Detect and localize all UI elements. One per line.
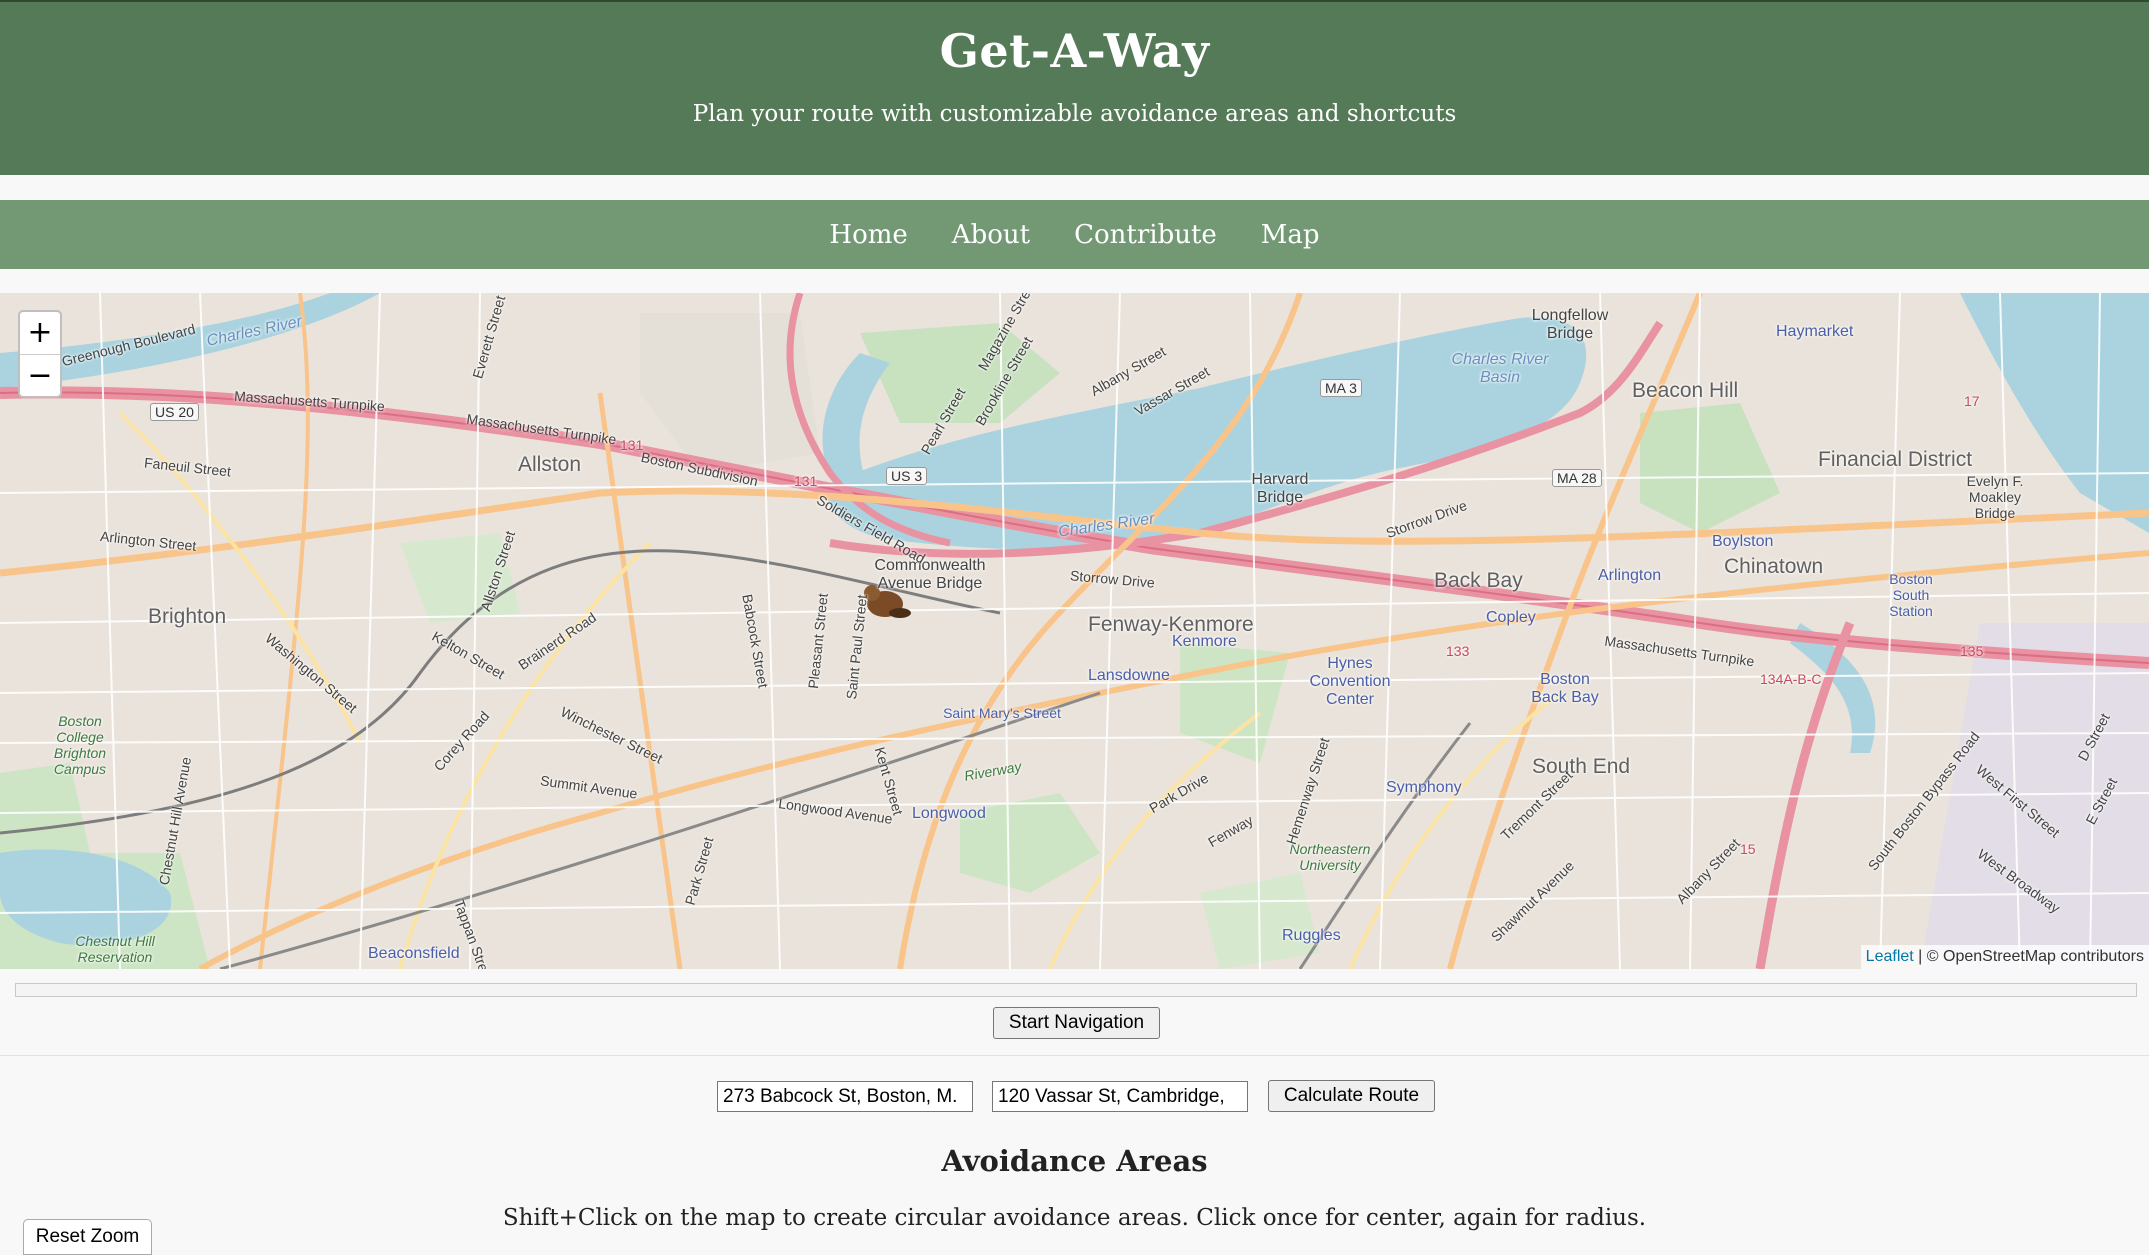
map-label-back-bay: Back Bay xyxy=(1434,569,1523,592)
nav-map[interactable]: Map xyxy=(1261,220,1320,250)
map-label-hynes: Hynes Convention Center xyxy=(1309,655,1391,708)
exit-133: 133 xyxy=(1446,643,1470,659)
map-label-kenmore: Kenmore xyxy=(1172,633,1237,650)
exit-15: 15 xyxy=(1740,841,1756,857)
map-label-boylston: Boylston xyxy=(1712,533,1774,550)
map-label-haymarket: Haymarket xyxy=(1776,323,1854,340)
avoidance-areas-description: Shift+Click on the map to create circula… xyxy=(502,1205,1647,1231)
navigation-progress-bar xyxy=(15,983,2137,997)
map-label-chestnut-hill: Chestnut Hill Reservation xyxy=(75,933,155,965)
map-label-bc-campus: Boston College Brighton Campus xyxy=(53,713,107,777)
map-canvas[interactable]: Allston Brighton Back Bay Beacon Hill Fi… xyxy=(0,293,2149,969)
shield-us3: US 3 xyxy=(886,467,928,485)
map-label-lansdowne: Lansdowne xyxy=(1088,667,1170,684)
shield-ma28: MA 28 xyxy=(1552,469,1602,487)
map-label-arlington: Arlington xyxy=(1598,567,1662,584)
map-label-copley: Copley xyxy=(1486,609,1536,626)
shield-us20: US 20 xyxy=(150,403,199,421)
map-label-financial-district: Financial District xyxy=(1818,448,1973,471)
site-header: Get-A-Way Plan your route with customiza… xyxy=(0,0,2149,175)
map-label-beaconsfield: Beaconsfield xyxy=(368,945,460,962)
site-subtitle: Plan your route with customizable avoida… xyxy=(692,101,1457,127)
zoom-in-button[interactable]: + xyxy=(20,312,60,354)
map-attribution: Leaflet | © OpenStreetMap contributors xyxy=(1860,945,2149,969)
origin-input[interactable]: 273 Babcock St, Boston, M. xyxy=(717,1081,973,1112)
destination-input[interactable]: 120 Vassar St, Cambridge, xyxy=(992,1081,1248,1112)
map-label-northeastern: Northeastern University xyxy=(1289,841,1371,873)
avoidance-areas-heading: Avoidance Areas xyxy=(941,1144,1208,1178)
map-label-longwood: Longwood xyxy=(912,805,986,822)
start-navigation-button[interactable]: Start Navigation xyxy=(993,1007,1160,1039)
map-label-harvard-bridge: Harvard Bridge xyxy=(1251,471,1309,506)
shield-ma3: MA 3 xyxy=(1320,379,1362,397)
zoom-control: + − xyxy=(18,310,62,398)
zoom-out-button[interactable]: − xyxy=(20,354,60,397)
exit-131b: 131 xyxy=(794,473,818,489)
nav-about[interactable]: About xyxy=(952,220,1030,250)
map-label-ruggles: Ruggles xyxy=(1282,927,1341,944)
map-label-symphony: Symphony xyxy=(1386,779,1462,796)
map-label-allston: Allston xyxy=(518,453,582,476)
map-label-charles-river-basin: Charles River Basin xyxy=(1451,351,1549,386)
map-label-beacon-hill: Beacon Hill xyxy=(1632,379,1739,402)
site-title: Get-A-Way xyxy=(939,24,1210,78)
exit-17: 17 xyxy=(1964,393,1980,409)
map-label-saint-marys: Saint Mary's Street xyxy=(943,705,1061,721)
nav-home[interactable]: Home xyxy=(829,220,907,250)
calculate-route-button[interactable]: Calculate Route xyxy=(1268,1080,1435,1112)
nav-contribute[interactable]: Contribute xyxy=(1074,220,1217,250)
map-label-back-bay-station: Boston Back Bay xyxy=(1531,671,1599,706)
exit-135: 135 xyxy=(1960,643,1984,659)
map-label-south-end: South End xyxy=(1532,755,1631,778)
osm-attribution-text: | © OpenStreetMap contributors xyxy=(1913,948,2144,965)
reset-zoom-button[interactable]: Reset Zoom xyxy=(23,1219,152,1255)
map-label-commonwealth-bridge: Commonwealth Avenue Bridge xyxy=(874,557,986,592)
leaflet-link[interactable]: Leaflet xyxy=(1866,948,1914,965)
map-label-moakley-bridge: Evelyn F. Moakley Bridge xyxy=(1966,473,2024,521)
exit-134: 134A-B-C xyxy=(1760,671,1822,687)
main-nav: Home About Contribute Map xyxy=(0,200,2149,269)
map-label-brighton: Brighton xyxy=(148,605,227,628)
section-divider xyxy=(0,1055,2149,1056)
map-label-longfellow-bridge: Longfellow Bridge xyxy=(1531,307,1609,342)
map-label-south-station: Boston South Station xyxy=(1889,571,1933,619)
map-label-chinatown: Chinatown xyxy=(1724,555,1824,578)
exit-131a: 131 xyxy=(620,437,644,453)
